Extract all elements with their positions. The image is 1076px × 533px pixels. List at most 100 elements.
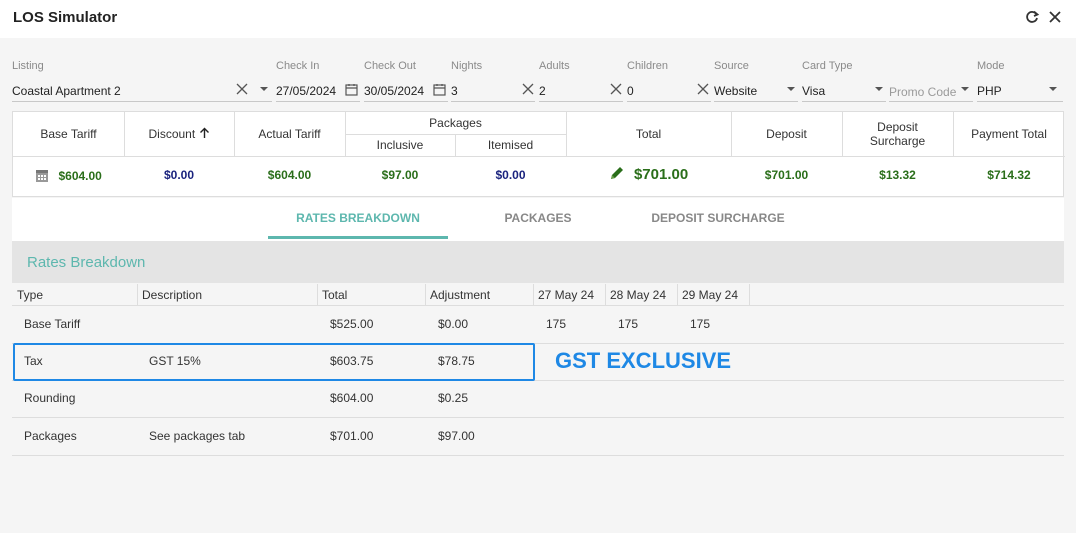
active-tab-indicator — [268, 236, 448, 239]
column-header-type: Type — [17, 288, 44, 302]
column-divider — [749, 284, 750, 305]
card-type-field[interactable]: Visa — [802, 84, 825, 98]
tab-rates-breakdown[interactable]: RATES BREAKDOWN — [268, 211, 448, 225]
listing-label: Listing — [12, 60, 44, 72]
arrow-up-icon — [199, 127, 210, 142]
total-header: Total — [635, 127, 662, 141]
deposit-surcharge-header: Deposit Surcharge — [842, 120, 953, 148]
column-header-day-3: 29 May 24 — [682, 288, 739, 302]
window-title: LOS Simulator — [13, 9, 118, 26]
total-value: $701.00 — [633, 165, 689, 183]
children-label: Children — [627, 60, 668, 72]
calendar-icon[interactable] — [433, 83, 446, 96]
column-divider — [137, 284, 138, 305]
discount-header[interactable]: Discount — [124, 127, 234, 142]
chevron-down-icon[interactable] — [960, 83, 970, 95]
tab-deposit-surcharge[interactable]: DEPOSIT SURCHARGE — [638, 211, 798, 225]
refresh-icon[interactable] — [1023, 9, 1041, 27]
source-field[interactable]: Website — [714, 84, 757, 98]
check-in-field[interactable]: 27/05/2024 — [276, 84, 336, 98]
row-adjustment: $97.00 — [438, 429, 475, 443]
rates-breakdown-title: Rates Breakdown — [27, 254, 146, 271]
calendar-icon[interactable] — [345, 83, 358, 96]
chevron-down-icon[interactable] — [1048, 83, 1058, 95]
check-out-label: Check Out — [364, 60, 416, 72]
card-type-label: Card Type — [802, 60, 853, 72]
chevron-down-icon[interactable] — [874, 83, 884, 95]
mode-underline — [977, 101, 1063, 102]
column-header-adjustment: Adjustment — [430, 288, 491, 302]
annotation-label: GST EXCLUSIVE — [555, 348, 732, 373]
children-underline — [627, 101, 711, 102]
row-total: $525.00 — [330, 317, 374, 331]
column-header-day-2: 28 May 24 — [610, 288, 667, 302]
row-description: See packages tab — [149, 429, 246, 443]
inclusive-value: $97.00 — [381, 168, 419, 182]
title-bar: LOS Simulator — [0, 0, 1076, 38]
tab-packages[interactable]: PACKAGES — [478, 211, 598, 225]
promo-code-underline — [889, 101, 973, 102]
payment-total-header: Payment Total — [971, 127, 1047, 141]
deposit-value: $701.00 — [764, 168, 809, 182]
column-header-day-1: 27 May 24 — [538, 288, 595, 302]
clear-icon[interactable] — [697, 83, 709, 95]
adults-underline — [539, 101, 623, 102]
adults-field[interactable]: 2 — [539, 84, 546, 98]
clear-icon[interactable] — [522, 83, 534, 95]
chevron-down-icon[interactable] — [259, 83, 269, 95]
deposit-header: Deposit — [766, 127, 807, 141]
column-divider — [425, 284, 426, 305]
chevron-down-icon[interactable] — [786, 83, 796, 95]
column-header-total: Total — [322, 288, 348, 302]
clear-icon[interactable] — [610, 83, 622, 95]
adults-label: Adults — [539, 60, 570, 72]
listing-underline — [12, 101, 272, 102]
source-underline — [714, 101, 798, 102]
mode-field[interactable]: PHP — [977, 84, 1002, 98]
packages-header: Packages — [429, 116, 482, 130]
tab-bar: RATES BREAKDOWN PACKAGES DEPOSIT SURCHAR… — [12, 198, 1064, 241]
row-type: Packages — [24, 429, 77, 443]
column-divider — [605, 284, 606, 305]
inclusive-header: Inclusive — [376, 138, 424, 152]
row-day-1: 175 — [546, 317, 567, 331]
children-field[interactable]: 0 — [627, 84, 634, 98]
nights-field[interactable]: 3 — [451, 84, 458, 98]
row-type: Base Tariff — [24, 317, 81, 331]
base-tariff-header: Base Tariff — [40, 127, 97, 141]
total-value-cell: $701.00 — [566, 165, 731, 185]
check-out-underline — [364, 101, 448, 102]
promo-code-input[interactable]: Promo Code — [889, 85, 956, 99]
actual-tariff-value: $604.00 — [267, 168, 312, 182]
itemised-header: Itemised — [487, 138, 534, 152]
column-header-description: Description — [142, 288, 203, 302]
tax-row-highlight — [13, 343, 535, 381]
deposit-surcharge-header-line1: Deposit — [877, 120, 918, 134]
column-divider — [317, 284, 318, 305]
summary-header-divider — [13, 156, 1065, 157]
check-in-label: Check In — [276, 60, 320, 72]
row-day-3: 175 — [690, 317, 711, 331]
listing-field[interactable]: Coastal Apartment 2 — [12, 84, 121, 98]
row-day-2: 175 — [618, 317, 639, 331]
column-divider — [533, 284, 534, 305]
check-in-underline — [276, 101, 360, 102]
header-divider — [12, 305, 1064, 306]
payment-total-value: $714.32 — [987, 168, 1031, 182]
packages-subheader-divider — [345, 134, 567, 135]
row-type: Rounding — [24, 391, 76, 405]
row-total: $701.00 — [330, 429, 374, 443]
nights-label: Nights — [451, 60, 483, 72]
source-label: Source — [714, 60, 749, 72]
calendar-icon[interactable] — [35, 168, 49, 186]
summary-card: Base Tariff Discount Actual Tariff Packa… — [12, 111, 1065, 197]
base-tariff-value: $604.00 — [58, 169, 102, 184]
actual-tariff-header: Actual Tariff — [258, 127, 321, 141]
discount-header-label: Discount — [148, 127, 196, 141]
check-out-field[interactable]: 30/05/2024 — [364, 84, 424, 98]
itemised-value: $0.00 — [495, 168, 526, 182]
row-adjustment: $0.25 — [438, 391, 469, 405]
pencil-icon[interactable] — [609, 165, 625, 185]
close-icon[interactable] — [1046, 9, 1064, 27]
clear-icon[interactable] — [236, 83, 248, 95]
